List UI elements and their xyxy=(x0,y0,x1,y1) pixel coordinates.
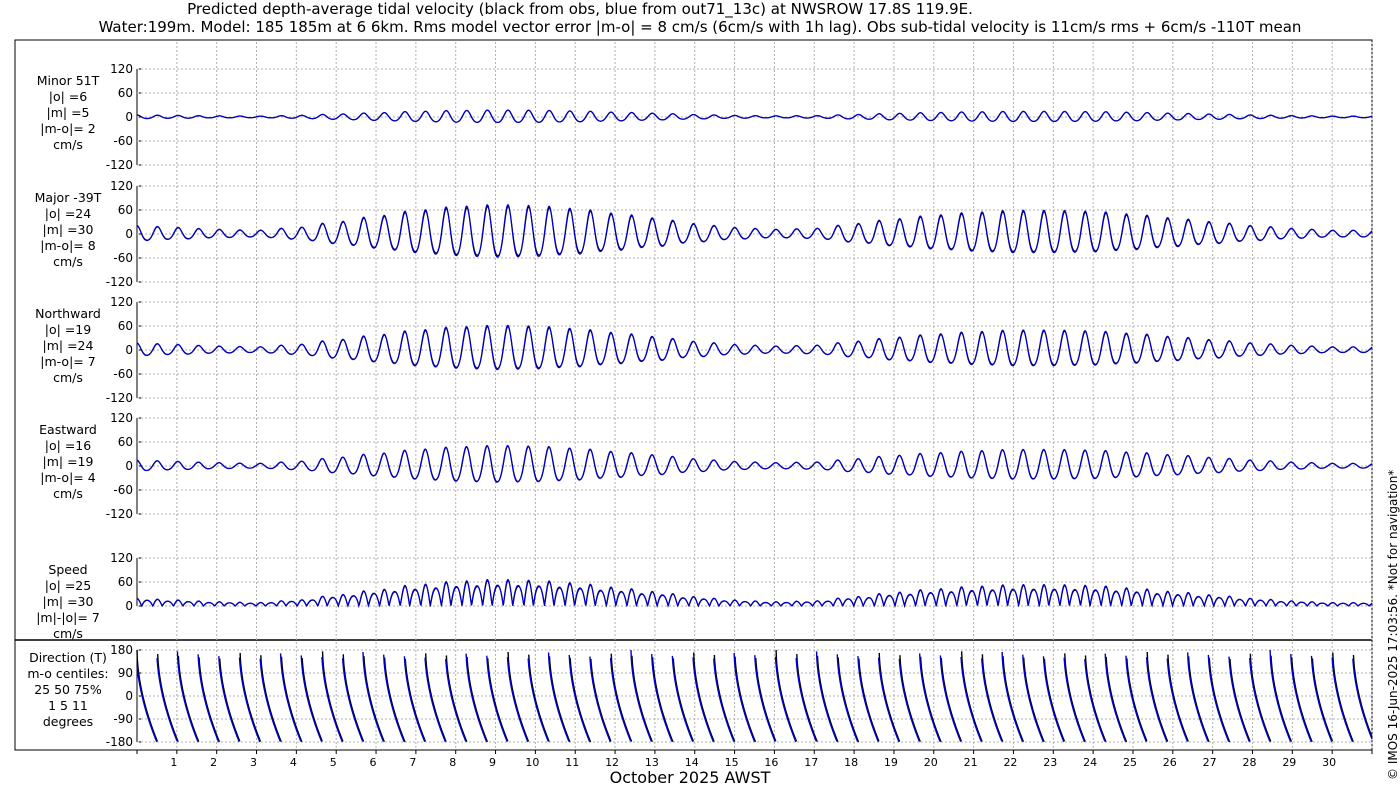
y-tick-label: -60 xyxy=(113,367,133,381)
panel-label-northward: cm/s xyxy=(53,370,83,385)
panel-label-major: Major -39T xyxy=(35,190,102,205)
panel-label-direction: degrees xyxy=(43,714,93,729)
y-tick-label: 120 xyxy=(110,62,133,76)
panel-label-speed: |m|-|o|= 7 xyxy=(36,610,100,625)
series-obs-major xyxy=(136,205,1373,257)
series-model-minor xyxy=(136,109,1373,124)
x-tick-label: 5 xyxy=(330,756,337,769)
panel-label-eastward: |m| =19 xyxy=(43,454,94,469)
y-tick-label: -180 xyxy=(106,735,133,749)
figure-frame xyxy=(14,39,1373,751)
x-axis-label: October 2025 AWST xyxy=(609,768,771,787)
panel-label-direction: 1 5 11 xyxy=(48,698,88,713)
y-tick-label: 120 xyxy=(110,551,133,565)
x-tick-label: 20 xyxy=(924,756,938,769)
y-tick-label: 0 xyxy=(125,343,133,357)
x-tick-label: 29 xyxy=(1282,756,1296,769)
tidal-velocity-chart: 1 2 3 4 5 6 7 8 9 10 11 12 13 14 15 16 17 18 19 20 21 22 23 24 2… xyxy=(14,39,1373,769)
panel-label-eastward: Eastward xyxy=(39,422,97,437)
x-tick-label: 10 xyxy=(525,756,539,769)
panel-label-northward: |m-o|= 7 xyxy=(40,354,95,369)
y-tick-label: 120 xyxy=(110,411,133,425)
y-tick-label: 60 xyxy=(118,203,133,217)
y-tick-label: -60 xyxy=(113,251,133,265)
x-tick-label: 8 xyxy=(449,756,456,769)
panel-label-direction: Direction (T) xyxy=(29,650,107,665)
y-tick-label: 90 xyxy=(118,666,133,680)
x-tick-label: 3 xyxy=(250,756,257,769)
y-tick-label: 120 xyxy=(110,295,133,309)
panel-label-eastward: |o| =16 xyxy=(45,438,91,453)
y-tick-label: -120 xyxy=(106,507,133,521)
panel-label-eastward: |m-o|= 4 xyxy=(40,470,95,485)
panel-label-minor: |m| =5 xyxy=(47,105,90,120)
x-tick-label: 9 xyxy=(489,756,496,769)
y-tick-label: -60 xyxy=(113,483,133,497)
panel-label-speed: |m| =30 xyxy=(43,594,94,609)
panel-label-eastward: cm/s xyxy=(53,486,83,501)
y-tick-label: 180 xyxy=(110,643,133,657)
y-tick-label: -120 xyxy=(106,158,133,172)
x-tick-label: 24 xyxy=(1083,756,1097,769)
series-obs-northward xyxy=(136,325,1373,370)
y-tick-label: -60 xyxy=(113,134,133,148)
panel-label-major: cm/s xyxy=(53,254,83,269)
y-tick-label: -120 xyxy=(106,391,133,405)
x-tick-label: 4 xyxy=(290,756,297,769)
panel-label-minor: |o| =6 xyxy=(49,89,88,104)
panel-label-minor: cm/s xyxy=(53,137,83,152)
panel-label-northward: |o| =19 xyxy=(45,322,91,337)
x-tick-label: 26 xyxy=(1163,756,1177,769)
panel-label-direction: 25 50 75% xyxy=(34,682,102,697)
x-tick-label: 25 xyxy=(1123,756,1137,769)
panel-label-minor: |m-o|= 2 xyxy=(40,121,95,136)
panel-label-major: |m-o|= 8 xyxy=(40,238,95,253)
y-tick-label: -120 xyxy=(106,275,133,289)
panel-label-northward: |m| =24 xyxy=(43,338,94,353)
x-tick-label: 28 xyxy=(1242,756,1256,769)
x-tick-label: 30 xyxy=(1322,756,1336,769)
x-tick-label: 1 xyxy=(170,756,177,769)
copyright-notice: © IMOS 16-Jun-2025 17:03:56. *Not for na… xyxy=(1386,469,1400,780)
panel-label-northward: Northward xyxy=(35,306,101,321)
panel-label-major: |m| =30 xyxy=(43,222,94,237)
panel-label-speed: |o| =25 xyxy=(45,578,91,593)
y-tick-label: 60 xyxy=(118,575,133,589)
panel-label-major: |o| =24 xyxy=(45,206,91,221)
x-tick-label: 7 xyxy=(409,756,416,769)
y-tick-label: 0 xyxy=(125,110,133,124)
panel-label-minor: Minor 51T xyxy=(37,73,100,88)
panel-label-speed: cm/s xyxy=(53,626,83,641)
x-tick-label: 19 xyxy=(884,756,898,769)
x-tick-label: 21 xyxy=(964,756,978,769)
y-tick-label: -90 xyxy=(113,712,133,726)
x-tick-label: 2 xyxy=(210,756,217,769)
x-tick-label: 22 xyxy=(1003,756,1017,769)
y-tick-label: 60 xyxy=(118,86,133,100)
x-tick-label: 23 xyxy=(1043,756,1057,769)
y-tick-label: 120 xyxy=(110,179,133,193)
x-tick-label: 27 xyxy=(1203,756,1217,769)
panel-label-direction: m-o centiles: xyxy=(27,666,108,681)
x-tick-label: 6 xyxy=(370,756,377,769)
y-tick-label: 0 xyxy=(125,599,133,613)
y-tick-label: 60 xyxy=(118,319,133,333)
series-model-major xyxy=(136,203,1373,258)
y-tick-label: 0 xyxy=(125,689,133,703)
series-model-northward xyxy=(136,324,1373,371)
y-tick-label: 0 xyxy=(125,459,133,473)
panel-label-speed: Speed xyxy=(48,562,87,577)
y-tick-label: 60 xyxy=(118,435,133,449)
series-model-eastward xyxy=(136,444,1373,483)
series-obs-eastward xyxy=(136,445,1373,483)
y-tick-label: 0 xyxy=(125,227,133,241)
x-tick-label: 18 xyxy=(844,756,858,769)
